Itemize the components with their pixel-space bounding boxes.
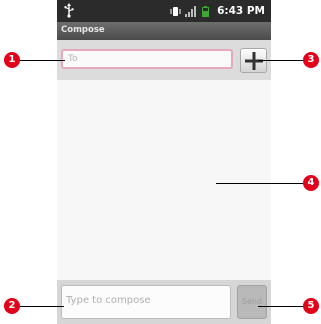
callout-2-line: [20, 306, 64, 307]
compose-panel: Type to compose Send: [57, 280, 271, 324]
compose-text-field[interactable]: Type to compose: [61, 285, 231, 319]
send-button[interactable]: Send: [237, 285, 267, 319]
title-bar: Compose: [57, 22, 271, 40]
to-field-placeholder: To: [68, 54, 78, 64]
message-list: [57, 80, 271, 280]
callout-5-line: [258, 306, 303, 307]
callout-3-badge: 3: [303, 52, 319, 68]
phone-screen: 6:43 PM Compose To Type to compose Send: [57, 0, 271, 324]
stage: 6:43 PM Compose To Type to compose Send …: [0, 0, 321, 324]
page-title: Compose: [61, 25, 105, 35]
signal-icon: [185, 5, 197, 17]
callout-5-badge: 5: [303, 298, 319, 314]
usb-icon: [63, 3, 75, 18]
callout-4-badge: 4: [303, 175, 319, 191]
callout-2-badge: 2: [4, 298, 20, 314]
callout-3-line: [258, 60, 303, 61]
to-field[interactable]: To: [61, 49, 233, 69]
vibrate-icon: [170, 6, 181, 17]
callout-1-badge: 1: [4, 52, 20, 68]
recipient-header: To: [57, 40, 271, 80]
status-icons: 6:43 PM: [170, 2, 265, 20]
compose-placeholder: Type to compose: [66, 295, 151, 306]
clock: 6:43 PM: [217, 5, 265, 17]
battery-icon: [200, 5, 211, 17]
callout-1-line: [20, 60, 65, 61]
callout-4-line: [216, 183, 303, 184]
status-bar: 6:43 PM: [57, 0, 271, 22]
